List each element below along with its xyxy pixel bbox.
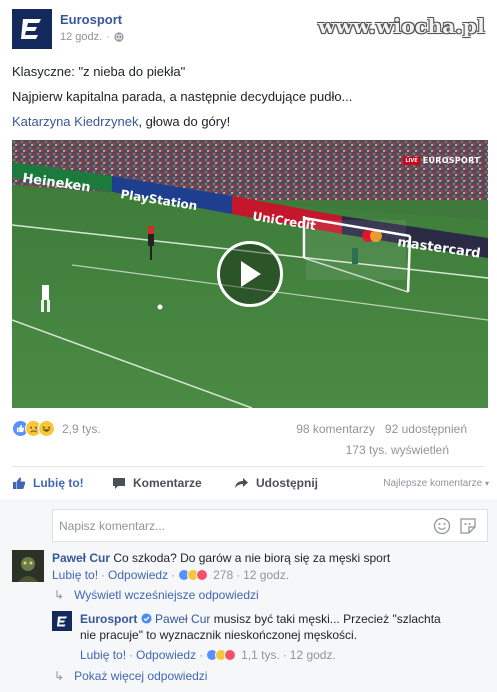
comment-button[interactable]: Komentarze <box>112 476 202 490</box>
thumbs-up-icon <box>13 477 26 489</box>
reply-text-line-1: musisz być taki męski... Przecież "szlac… <box>213 612 441 626</box>
comment-reply-link[interactable]: Odpowiedz <box>108 568 168 582</box>
dot-separator: · <box>106 31 110 43</box>
avatar-image <box>12 550 44 582</box>
views-count: 173 tys. wyświetleń <box>345 443 449 457</box>
post-actions: Lubię to! Komentarze Udostępnij Najlepsz… <box>12 470 489 498</box>
reply-reply-link[interactable]: Odpowiedz <box>136 648 196 662</box>
mention-link[interactable]: Katarzyna Kiedrzynek <box>12 114 138 129</box>
comment-icon <box>113 477 125 489</box>
live-tag: LIVE <box>403 156 420 165</box>
view-earlier-replies[interactable]: ↳ Wyświetl wcześniejsze odpowiedzi <box>54 588 259 602</box>
avatar[interactable] <box>52 611 72 631</box>
dot-separator: · <box>236 568 241 582</box>
verified-badge-icon <box>141 613 152 624</box>
comment-share-counts: 98 komentarzy 92 udostępnień <box>296 422 467 436</box>
play-icon <box>241 261 261 287</box>
comment-reaction-count[interactable]: 278 <box>213 568 233 582</box>
haha-icon <box>38 420 55 437</box>
reply-time[interactable]: 12 godz. <box>290 648 336 662</box>
comments-section: Napisz komentarz... Paweł Cur Co szkoda?… <box>0 499 497 692</box>
mention-suffix: , głowa do góry! <box>138 114 231 129</box>
reply-mention[interactable]: Paweł Cur <box>155 612 210 626</box>
like-button[interactable]: Lubię to! <box>12 476 84 490</box>
eurosport-logo-icon <box>21 19 41 39</box>
channel-badge: LIVE EUROSPORT <box>403 156 480 165</box>
reactions-summary: 2,9 tys. 98 komentarzy 92 udostępnień <box>12 420 485 438</box>
reply-reaction-icons <box>206 649 237 661</box>
divider <box>12 466 485 467</box>
watermark: www.wiocha.pl <box>318 14 485 38</box>
video-player[interactable]: Heineken PlayStation UniCredit mastercar… <box>12 140 488 408</box>
love-icon <box>224 649 237 661</box>
love-icon <box>196 569 209 581</box>
sort-label: Najlepsze komentarze <box>383 478 483 489</box>
reply-arrow-icon: ↳ <box>54 588 65 602</box>
comment-body: Paweł Cur Co szkoda? Do garów a nie bior… <box>52 550 390 566</box>
comment-like-link[interactable]: Lubię to! <box>52 568 98 582</box>
post-header: Eurosport 12 godz. · <box>12 9 124 49</box>
reply-like-link[interactable]: Lubię to! <box>80 648 126 662</box>
shares-count[interactable]: 92 udostępnień <box>385 422 467 436</box>
reply-meta: Lubię to! · Odpowiedz · 1,1 tys. · 12 go… <box>80 648 336 662</box>
dot-separator: · <box>282 648 287 662</box>
play-button[interactable] <box>217 241 283 307</box>
globe-icon <box>114 32 124 42</box>
dot-separator: · <box>199 648 204 662</box>
post-line-3: Katarzyna Kiedrzynek, głowa do góry! <box>12 114 230 130</box>
comment-text: Co szkoda? Do garów a nie biorą się za m… <box>113 551 391 565</box>
dot-separator: · <box>129 648 134 662</box>
comment-input[interactable]: Napisz komentarz... <box>52 509 488 542</box>
page-avatar[interactable] <box>12 9 52 49</box>
sticker-icon[interactable] <box>459 517 477 535</box>
reply-arrow-icon: ↳ <box>54 669 65 683</box>
show-more-replies-label: Pokaż więcej odpowiedzi <box>74 669 208 683</box>
show-more-replies[interactable]: ↳ Pokaż więcej odpowiedzi <box>54 669 207 683</box>
chevron-down-icon: ▾ <box>484 479 489 488</box>
sort-comments-dropdown[interactable]: Najlepsze komentarze ▾ <box>383 478 489 489</box>
dot-separator: · <box>101 568 106 582</box>
share-button[interactable]: Udostępnij <box>234 476 318 490</box>
dot-separator: · <box>171 568 176 582</box>
comment-time[interactable]: 12 godz. <box>243 568 289 582</box>
comments-count[interactable]: 98 komentarzy <box>296 422 375 436</box>
emoji-icon[interactable] <box>433 517 451 535</box>
input-icons <box>433 517 477 535</box>
reply-reaction-count[interactable]: 1,1 tys. <box>241 648 280 662</box>
page-name[interactable]: Eurosport <box>60 12 122 27</box>
reactions-count[interactable]: 2,9 tys. <box>62 422 101 436</box>
reply-author[interactable]: Eurosport <box>80 612 137 626</box>
like-label: Lubię to! <box>33 476 84 490</box>
comment-meta: Lubię to! · Odpowiedz · 278 · 12 godz. <box>52 568 289 582</box>
reply-body: Eurosport Paweł Cur musisz być taki męsk… <box>80 611 441 627</box>
post-line-1: Klasyczne: "z nieba do piekła" <box>12 64 186 79</box>
reaction-icons[interactable] <box>12 420 55 437</box>
channel-logo: EUROSPORT <box>422 156 480 165</box>
comment-author[interactable]: Paweł Cur <box>52 551 110 565</box>
comment-label: Komentarze <box>133 476 202 490</box>
comment-placeholder: Napisz komentarz... <box>59 519 166 533</box>
post-meta: 12 godz. · <box>60 31 124 43</box>
post-time[interactable]: 12 godz. <box>60 31 102 43</box>
share-icon <box>235 478 248 488</box>
eurosport-logo-icon <box>56 616 67 626</box>
comment-reaction-icons <box>178 569 209 581</box>
reply-text-line-2: nie pracuje" to wyznacznik nieskończonej… <box>80 628 358 642</box>
avatar[interactable] <box>12 550 44 582</box>
view-earlier-replies-label: Wyświetl wcześniejsze odpowiedzi <box>74 588 259 602</box>
share-label: Udostępnij <box>256 476 318 490</box>
post-line-2: Najpierw kapitalna parada, a następnie d… <box>12 89 353 104</box>
